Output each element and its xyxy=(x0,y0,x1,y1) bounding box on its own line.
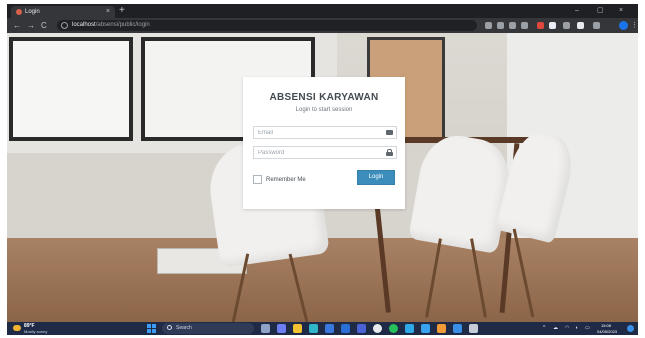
remember-label[interactable]: Remember Me xyxy=(266,176,306,184)
back-button[interactable]: ← xyxy=(13,20,21,31)
share-icon[interactable] xyxy=(509,22,516,29)
login-button[interactable]: Login xyxy=(357,170,395,185)
lock-icon xyxy=(386,149,393,156)
email-field[interactable] xyxy=(253,126,397,139)
login-subtitle: Login to start session xyxy=(295,107,353,113)
bookmark-star-icon[interactable] xyxy=(521,22,528,29)
address-bar[interactable]: localhost/absensi/public/login xyxy=(57,20,477,31)
browser-toolbar: ← → C localhost/absensi/public/login ⋮ xyxy=(7,18,638,33)
sun-cloud-icon xyxy=(13,325,21,331)
envelope-icon xyxy=(386,130,393,135)
app-icon[interactable] xyxy=(357,324,366,333)
search-icon xyxy=(167,325,172,330)
password-field[interactable] xyxy=(253,146,397,159)
volume-icon[interactable]: ◖ xyxy=(575,325,578,332)
cloud-icon[interactable]: ☁ xyxy=(553,325,558,332)
extension-red-icon[interactable] xyxy=(537,22,544,29)
app-icon[interactable] xyxy=(341,324,350,333)
favicon-icon xyxy=(16,9,22,15)
chevron-up-icon[interactable]: ^ xyxy=(543,325,545,332)
side-panel-icon[interactable] xyxy=(593,22,600,29)
vscode-icon[interactable] xyxy=(453,324,462,333)
menu-kebab-icon[interactable]: ⋮ xyxy=(631,20,638,31)
login-title: ABSENSI KARYAWAN xyxy=(269,92,379,103)
minimize-button[interactable]: – xyxy=(575,5,579,17)
background-chair xyxy=(408,130,516,254)
weather-desc: Mostly sunny xyxy=(24,329,48,334)
forward-button[interactable]: → xyxy=(27,20,35,31)
browser-window: Login × + – ▢ × ← → C localhost/absensi/… xyxy=(7,4,638,335)
remember-checkbox[interactable] xyxy=(253,175,262,184)
taskbar: 89°F Mostly sunny Search ^ ☁ ◠ ◖ ▭ 15:08… xyxy=(7,322,638,335)
notification-icon[interactable] xyxy=(627,325,634,332)
reload-button[interactable]: C xyxy=(41,20,47,31)
background-window xyxy=(9,37,133,141)
window-close-button[interactable]: × xyxy=(619,5,623,17)
app-icon[interactable] xyxy=(405,324,414,333)
telegram-icon[interactable] xyxy=(421,324,430,333)
chat-icon[interactable] xyxy=(277,324,286,333)
tab-strip: Login × + – ▢ × xyxy=(7,4,638,18)
wifi-icon[interactable]: ◠ xyxy=(565,325,569,332)
task-view-icon[interactable] xyxy=(261,324,270,333)
page-viewport: ABSENSI KARYAWAN Login to start session … xyxy=(7,33,638,322)
password-input[interactable] xyxy=(254,147,382,158)
login-card: ABSENSI KARYAWAN Login to start session … xyxy=(243,77,405,209)
zoom-icon[interactable] xyxy=(497,22,504,29)
app-icon[interactable] xyxy=(437,324,446,333)
tab-title: Login xyxy=(25,9,40,15)
clock-date[interactable]: 04/05/2023 xyxy=(597,329,617,334)
tab-close-icon[interactable]: × xyxy=(106,7,110,17)
edge-icon[interactable] xyxy=(309,324,318,333)
profile-avatar[interactable] xyxy=(619,21,628,30)
email-input[interactable] xyxy=(254,127,382,138)
extension-white-icon[interactable] xyxy=(549,22,556,29)
store-icon[interactable] xyxy=(325,324,334,333)
whatsapp-icon[interactable] xyxy=(389,324,398,333)
clock-time[interactable]: 15:08 xyxy=(601,323,611,328)
tab-login[interactable]: Login × xyxy=(11,6,115,18)
windows-start-icon[interactable] xyxy=(147,324,156,333)
site-info-icon[interactable] xyxy=(61,22,68,29)
search-label: Search xyxy=(176,325,192,331)
key-icon[interactable] xyxy=(485,22,492,29)
chrome-icon[interactable] xyxy=(373,324,382,333)
app-icon[interactable] xyxy=(469,324,478,333)
extensions-puzzle-icon[interactable] xyxy=(563,22,570,29)
new-tab-button[interactable]: + xyxy=(119,5,125,17)
extension-box-icon[interactable] xyxy=(577,22,584,29)
battery-icon[interactable]: ▭ xyxy=(585,325,590,332)
restore-button[interactable]: ▢ xyxy=(597,5,604,17)
taskbar-search[interactable]: Search xyxy=(162,323,254,334)
file-explorer-icon[interactable] xyxy=(293,324,302,333)
url-text: localhost/absensi/public/login xyxy=(72,22,150,28)
